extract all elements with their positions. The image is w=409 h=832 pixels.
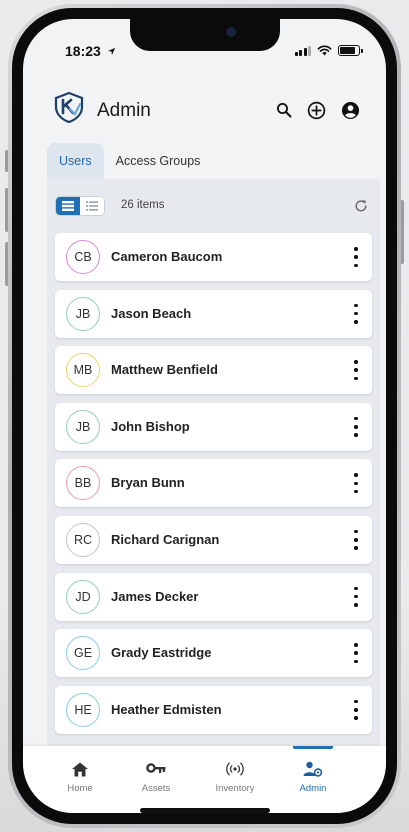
- notch: [129, 19, 280, 51]
- user-avatar: JB: [66, 296, 100, 331]
- user-settings-icon: [302, 760, 324, 778]
- app-header: Admin: [23, 79, 386, 129]
- status-time: 18:23: [65, 43, 116, 59]
- user-list-item[interactable]: JB Jason Beach: [55, 289, 372, 338]
- user-list-item[interactable]: MB Matthew Benfield: [55, 346, 372, 395]
- account-button[interactable]: [339, 99, 361, 121]
- user-name: Jason Beach: [111, 305, 192, 321]
- user-list-item[interactable]: JD James Decker: [55, 572, 372, 621]
- location-arrow-icon: [107, 47, 115, 56]
- user-avatar: BB: [66, 466, 100, 501]
- view-toggle: [55, 196, 105, 216]
- search-icon: [277, 103, 292, 118]
- more-options-icon[interactable]: [350, 360, 362, 381]
- nav-inventory[interactable]: Inventory: [200, 746, 270, 806]
- phone-bezel: 18:23 Admin Users Access Groups 26 items…: [12, 8, 397, 824]
- item-count: 26 items: [121, 199, 165, 211]
- phone-frame: 18:23 Admin Users Access Groups 26 items…: [8, 4, 401, 828]
- user-avatar: GE: [66, 636, 100, 671]
- user-avatar: RC: [66, 522, 100, 557]
- user-avatar: HE: [66, 692, 100, 727]
- nav-assets[interactable]: Assets: [121, 746, 191, 806]
- search-button[interactable]: [273, 99, 295, 121]
- more-options-icon[interactable]: [350, 303, 362, 324]
- user-avatar: MB: [66, 353, 100, 388]
- user-avatar: CB: [66, 240, 100, 274]
- user-name: James Decker: [111, 588, 199, 604]
- user-name: Grady Eastridge: [111, 645, 212, 661]
- front-camera: [225, 27, 236, 37]
- battery-icon: [338, 45, 363, 56]
- more-options-icon[interactable]: [350, 416, 362, 437]
- tab-access-groups[interactable]: Access Groups: [104, 143, 213, 179]
- list-toolbar: 26 items: [55, 195, 372, 219]
- radio-waves-icon: [224, 760, 246, 778]
- user-name: Richard Carignan: [111, 531, 220, 547]
- user-list-item[interactable]: RC Richard Carignan: [55, 515, 372, 564]
- status-bar: 18:23: [23, 19, 386, 65]
- refresh-icon: [355, 200, 367, 212]
- user-name: Matthew Benfield: [111, 362, 218, 378]
- card-view-button[interactable]: [56, 197, 80, 215]
- shield-logo-icon: [54, 91, 84, 123]
- refresh-button[interactable]: [352, 197, 370, 215]
- list-view-button[interactable]: [80, 197, 104, 215]
- card-view-icon: [62, 201, 74, 211]
- add-circle-icon: [307, 101, 325, 119]
- tab-users[interactable]: Users: [47, 143, 104, 179]
- user-avatar: JB: [66, 409, 100, 444]
- nav-admin-label: Admin: [299, 783, 327, 794]
- home-icon: [69, 760, 91, 778]
- active-tab-indicator: [293, 746, 333, 749]
- key-icon: [145, 760, 167, 778]
- account-circle-icon: [341, 101, 359, 119]
- nav-home[interactable]: Home: [45, 746, 115, 806]
- user-list-item[interactable]: BB Bryan Bunn: [55, 459, 372, 508]
- user-list-item[interactable]: CB Cameron Baucom: [55, 233, 372, 281]
- user-list-item[interactable]: HE Heather Edmisten: [55, 685, 372, 734]
- nav-assets-label: Assets: [141, 783, 171, 794]
- user-avatar: JD: [66, 579, 100, 614]
- app-screen: 18:23 Admin Users Access Groups 26 items…: [23, 19, 386, 813]
- more-options-icon[interactable]: [350, 473, 362, 494]
- users-panel: 26 items CB Cameron Baucom JB Jason Beach MB…: [47, 179, 380, 779]
- more-options-icon[interactable]: [350, 643, 362, 664]
- user-name: Cameron Baucom: [111, 249, 223, 264]
- user-name: Heather Edmisten: [111, 701, 222, 717]
- nav-inventory-label: Inventory: [215, 783, 255, 794]
- tab-bar: Users Access Groups: [47, 143, 380, 179]
- cellular-signal-icon: [294, 45, 311, 56]
- user-name: John Bishop: [111, 418, 190, 434]
- more-options-icon[interactable]: [350, 699, 362, 720]
- user-name: Bryan Bunn: [111, 475, 185, 491]
- more-options-icon[interactable]: [350, 247, 362, 267]
- nav-admin[interactable]: Admin: [278, 746, 348, 806]
- wifi-icon: [317, 45, 332, 56]
- more-options-icon[interactable]: [350, 529, 362, 550]
- user-list-item[interactable]: GE Grady Eastridge: [55, 629, 372, 678]
- add-button[interactable]: [305, 99, 327, 121]
- page-title: Admin: [97, 100, 151, 121]
- nav-home-label: Home: [67, 783, 93, 794]
- list-view-icon: [86, 201, 98, 211]
- bottom-nav: Home Assets Inventory Admin: [23, 746, 386, 813]
- home-indicator: [139, 808, 270, 813]
- status-icons: [294, 45, 363, 56]
- user-list-item[interactable]: JB John Bishop: [55, 402, 372, 451]
- user-list: CB Cameron Baucom JB Jason Beach MB Matthew B…: [55, 233, 372, 742]
- more-options-icon[interactable]: [350, 586, 362, 607]
